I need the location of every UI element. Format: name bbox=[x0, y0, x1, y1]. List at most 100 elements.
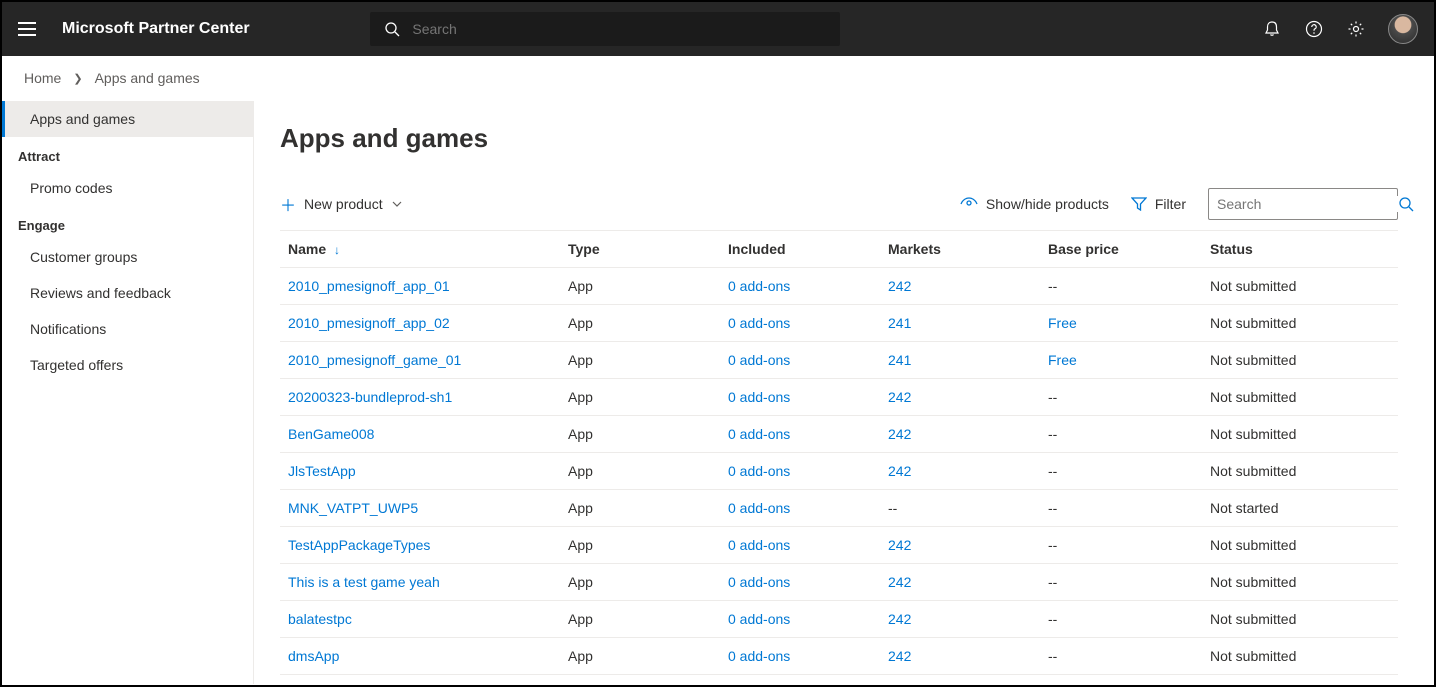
sidebar-item-notifications[interactable]: Notifications bbox=[2, 311, 253, 347]
chevron-right-icon: ❯ bbox=[73, 72, 82, 85]
product-price: -- bbox=[1040, 564, 1202, 601]
product-included-link[interactable]: 0 add-ons bbox=[720, 453, 880, 490]
product-included-link[interactable]: 0 add-ons bbox=[720, 342, 880, 379]
header-actions bbox=[1262, 14, 1418, 44]
product-included-link[interactable]: 0 add-ons bbox=[720, 564, 880, 601]
product-type: App bbox=[560, 416, 720, 453]
settings-gear-icon[interactable] bbox=[1346, 19, 1366, 39]
product-name-link[interactable]: MNK_VATPT_UWP5 bbox=[280, 490, 560, 527]
product-price[interactable]: Free bbox=[1040, 305, 1202, 342]
product-markets[interactable]: 242 bbox=[880, 268, 1040, 305]
table-row: MNK_VATPT_UWP5App0 add-ons----Not starte… bbox=[280, 490, 1398, 527]
product-markets[interactable]: 242 bbox=[880, 453, 1040, 490]
product-markets[interactable]: 242 bbox=[880, 379, 1040, 416]
product-name-link[interactable]: 2010_pmesignoff_app_02 bbox=[280, 305, 560, 342]
sidebar-item-customer-groups[interactable]: Customer groups bbox=[2, 239, 253, 275]
help-icon[interactable] bbox=[1304, 19, 1324, 39]
hamburger-menu-icon[interactable] bbox=[18, 17, 42, 41]
product-markets: -- bbox=[880, 490, 1040, 527]
product-markets[interactable]: 241 bbox=[880, 305, 1040, 342]
product-included-link[interactable]: 0 add-ons bbox=[720, 638, 880, 675]
product-included-link[interactable]: 0 add-ons bbox=[720, 527, 880, 564]
product-name-link[interactable]: balatestpc bbox=[280, 601, 560, 638]
product-type: App bbox=[560, 268, 720, 305]
show-hide-products-button[interactable]: Show/hide products bbox=[960, 196, 1109, 212]
sort-down-icon: ↓ bbox=[334, 243, 340, 257]
product-type: App bbox=[560, 564, 720, 601]
col-header-type[interactable]: Type bbox=[560, 231, 720, 268]
product-name-link[interactable]: This is a test game yeah bbox=[280, 564, 560, 601]
product-price: -- bbox=[1040, 601, 1202, 638]
filter-label: Filter bbox=[1155, 196, 1186, 212]
product-included-link[interactable]: 0 add-ons bbox=[720, 601, 880, 638]
product-name-link[interactable]: 2010_pmesignoff_app_01 bbox=[280, 268, 560, 305]
product-type: App bbox=[560, 453, 720, 490]
global-search[interactable] bbox=[370, 12, 840, 46]
product-markets[interactable]: 242 bbox=[880, 527, 1040, 564]
product-price[interactable]: Free bbox=[1040, 342, 1202, 379]
product-included-link[interactable]: 0 add-ons bbox=[720, 416, 880, 453]
chevron-down-icon bbox=[391, 198, 403, 210]
product-markets[interactable]: 242 bbox=[880, 601, 1040, 638]
sidebar-item-reviews-feedback[interactable]: Reviews and feedback bbox=[2, 275, 253, 311]
product-status: Not submitted bbox=[1202, 453, 1398, 490]
notifications-icon[interactable] bbox=[1262, 19, 1282, 39]
product-status: Not submitted bbox=[1202, 527, 1398, 564]
new-product-button[interactable]: ＋ New product bbox=[280, 192, 403, 216]
eye-icon bbox=[960, 197, 978, 211]
product-type: App bbox=[560, 342, 720, 379]
product-markets[interactable]: 242 bbox=[880, 638, 1040, 675]
global-search-input[interactable] bbox=[412, 21, 826, 37]
product-price: -- bbox=[1040, 379, 1202, 416]
col-header-markets[interactable]: Markets bbox=[880, 231, 1040, 268]
product-status: Not submitted bbox=[1202, 379, 1398, 416]
product-name-link[interactable]: TestAppPackageTypes bbox=[280, 527, 560, 564]
table-search-input[interactable] bbox=[1217, 196, 1398, 212]
product-included-link[interactable]: 0 add-ons bbox=[720, 268, 880, 305]
product-markets[interactable]: 242 bbox=[880, 564, 1040, 601]
product-name-link[interactable]: BenGame008 bbox=[280, 416, 560, 453]
table-row: 20200323-bundleprod-sh1App0 add-ons242--… bbox=[280, 379, 1398, 416]
table-row: 2010_pmesignoff_game_01App0 add-ons241Fr… bbox=[280, 342, 1398, 379]
col-header-status[interactable]: Status bbox=[1202, 231, 1398, 268]
col-header-name[interactable]: Name ↓ bbox=[280, 231, 560, 268]
new-product-label: New product bbox=[304, 196, 383, 212]
sidebar-heading-engage: Engage bbox=[2, 206, 253, 239]
product-markets[interactable]: 241 bbox=[880, 342, 1040, 379]
plus-icon: ＋ bbox=[280, 192, 296, 216]
breadcrumb-home[interactable]: Home bbox=[24, 70, 61, 86]
show-hide-label: Show/hide products bbox=[986, 196, 1109, 212]
sidebar-item-apps-and-games[interactable]: Apps and games bbox=[2, 101, 253, 137]
sidebar-item-targeted-offers[interactable]: Targeted offers bbox=[2, 347, 253, 383]
product-included-link[interactable]: 0 add-ons bbox=[720, 379, 880, 416]
product-name-link[interactable]: dmsApp bbox=[280, 638, 560, 675]
col-header-price[interactable]: Base price bbox=[1040, 231, 1202, 268]
product-type: App bbox=[560, 638, 720, 675]
user-avatar[interactable] bbox=[1388, 14, 1418, 44]
product-included-link[interactable]: 0 add-ons bbox=[720, 490, 880, 527]
product-included-link[interactable]: 0 add-ons bbox=[720, 305, 880, 342]
sidebar-item-promo-codes[interactable]: Promo codes bbox=[2, 170, 253, 206]
product-status: Not submitted bbox=[1202, 638, 1398, 675]
product-price: -- bbox=[1040, 453, 1202, 490]
product-price: -- bbox=[1040, 490, 1202, 527]
product-type: App bbox=[560, 490, 720, 527]
table-row: 2010_pmesignoff_app_02App0 add-ons241Fre… bbox=[280, 305, 1398, 342]
product-name-link[interactable]: 20200323-bundleprod-sh1 bbox=[280, 379, 560, 416]
table-row: JlsTestAppApp0 add-ons242--Not submitted bbox=[280, 453, 1398, 490]
breadcrumb-current: Apps and games bbox=[95, 70, 200, 86]
product-markets[interactable]: 242 bbox=[880, 416, 1040, 453]
product-status: Not submitted bbox=[1202, 416, 1398, 453]
product-name-link[interactable]: JlsTestApp bbox=[280, 453, 560, 490]
page-title: Apps and games bbox=[280, 123, 1398, 154]
sidebar-heading-attract: Attract bbox=[2, 137, 253, 170]
filter-button[interactable]: Filter bbox=[1131, 196, 1186, 212]
product-status: Not started bbox=[1202, 490, 1398, 527]
table-row: BenGame008App0 add-ons242--Not submitted bbox=[280, 416, 1398, 453]
product-name-link[interactable]: 2010_pmesignoff_game_01 bbox=[280, 342, 560, 379]
table-search[interactable] bbox=[1208, 188, 1398, 220]
col-header-included[interactable]: Included bbox=[720, 231, 880, 268]
app-title: Microsoft Partner Center bbox=[62, 20, 250, 38]
filter-icon bbox=[1131, 197, 1147, 211]
product-price: -- bbox=[1040, 527, 1202, 564]
